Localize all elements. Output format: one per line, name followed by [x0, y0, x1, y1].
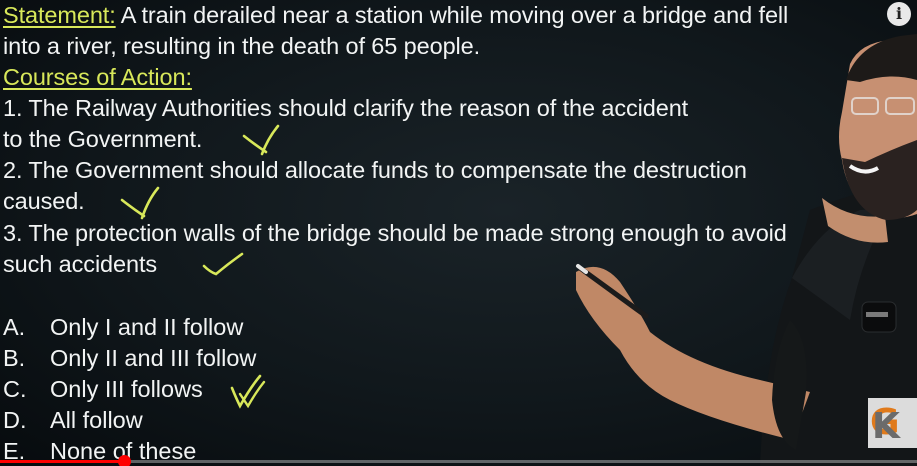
info-icon[interactable]: i: [887, 2, 911, 26]
channel-logo: KG: [868, 398, 917, 448]
statement-line-2: into a river, resulting in the death of …: [3, 33, 481, 59]
option-a: A. Only I and II follow: [3, 312, 243, 343]
statement-label: Statement:: [3, 2, 116, 28]
option-letter: A.: [3, 314, 26, 340]
presenter: [576, 34, 917, 466]
option-d: D. All follow: [3, 405, 143, 436]
check-mark-icon: [202, 252, 244, 276]
course-3-line-2: such accidents: [3, 251, 158, 277]
cross-mark-icon: [242, 124, 280, 156]
video-progress-bar[interactable]: [0, 455, 917, 466]
cross-mark-icon: [120, 186, 160, 220]
progress-scrubber-handle[interactable]: [117, 455, 131, 466]
video-frame[interactable]: Statement: A train derailed near a stati…: [0, 0, 917, 466]
option-text: Only III follows: [50, 376, 203, 402]
option-text: Only II and III follow: [50, 345, 257, 371]
option-b: B. Only II and III follow: [3, 343, 256, 374]
logo-text: KG: [870, 402, 900, 447]
option-letter: C.: [3, 376, 27, 402]
courses-label-line: Courses of Action:: [3, 62, 192, 93]
progress-background: [0, 460, 917, 463]
logo-letter-k: K: [872, 406, 900, 447]
option-letter: B.: [3, 345, 26, 371]
option-c: C. Only III follows: [3, 374, 203, 405]
progress-fill: [0, 460, 124, 463]
option-text: All follow: [50, 407, 143, 433]
course-1-line-2: to the Government.: [3, 126, 203, 152]
courses-label: Courses of Action:: [3, 64, 192, 90]
course-2-line-2: caused.: [3, 188, 85, 214]
option-text: Only I and II follow: [50, 314, 244, 340]
option-letter: D.: [3, 407, 27, 433]
check-mark-icon: [230, 374, 266, 409]
